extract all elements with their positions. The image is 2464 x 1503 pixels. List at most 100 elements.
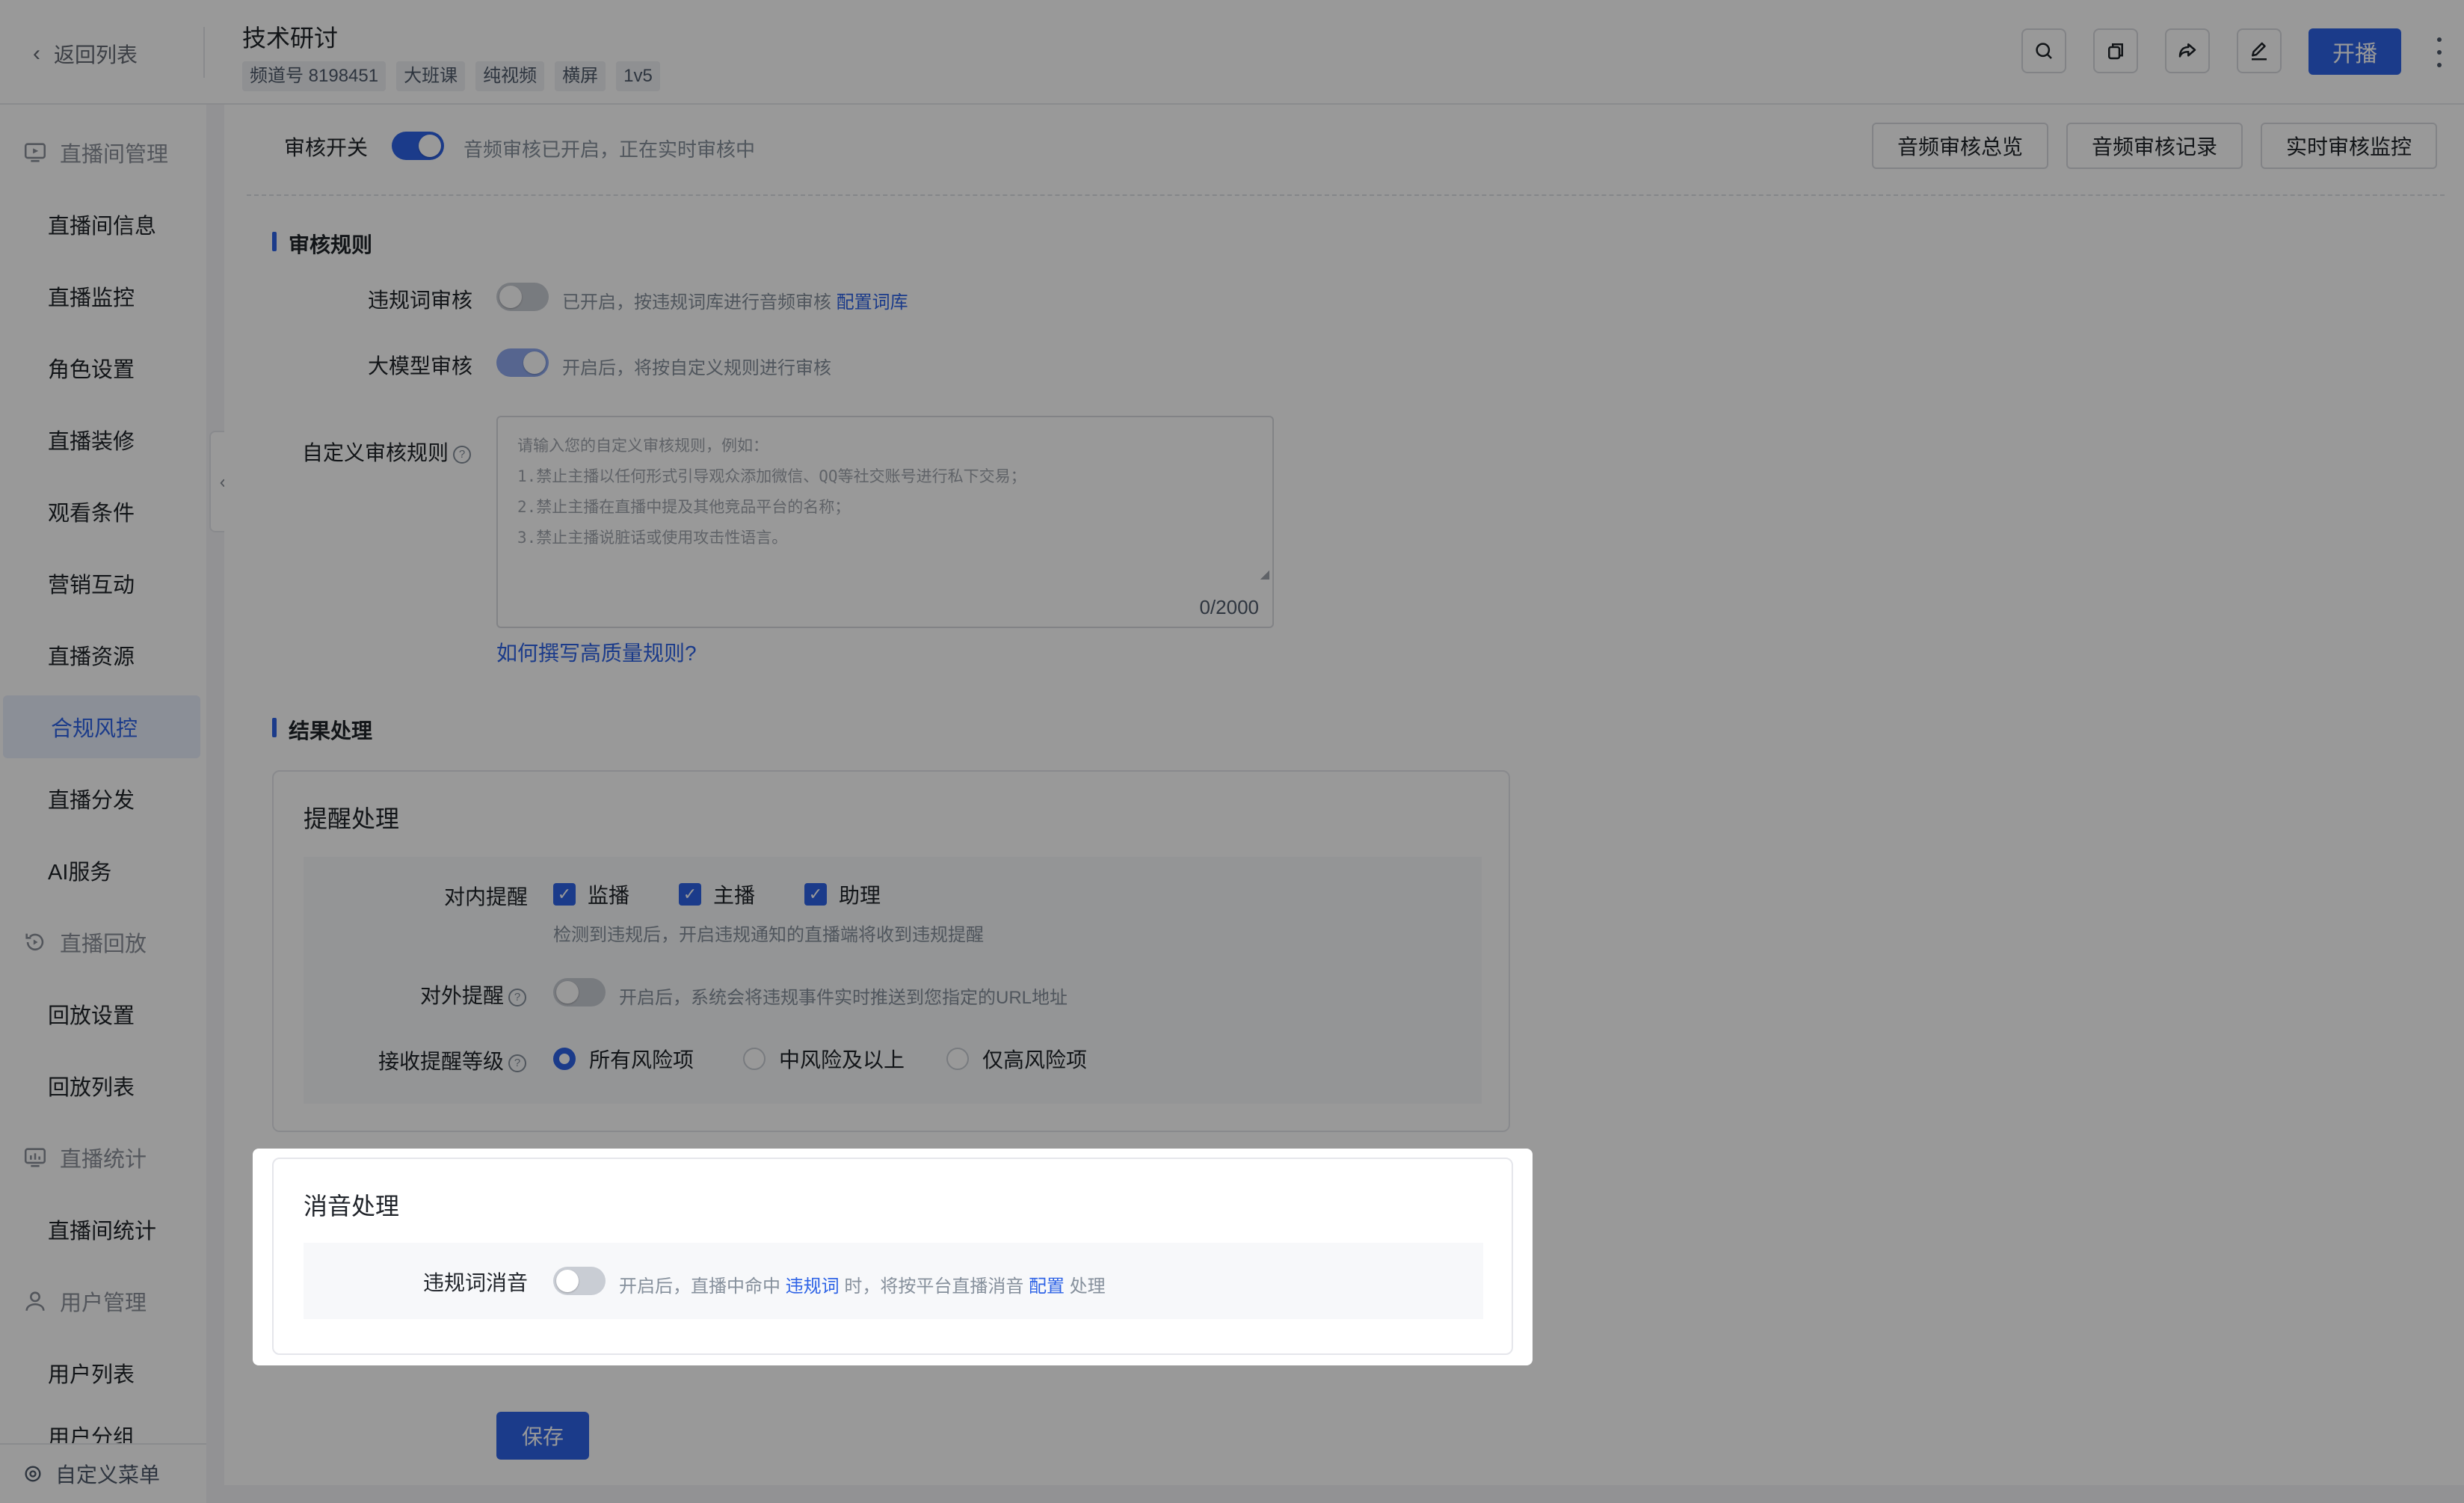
radio-unselected-icon (946, 1048, 969, 1070)
sidebar-item-live-monitor[interactable]: 直播监控 (0, 265, 206, 328)
radio-selected-icon (553, 1048, 576, 1070)
external-reminder-toggle[interactable] (553, 978, 606, 1006)
llm-audit-label: 大模型审核 (368, 354, 473, 378)
edit-button[interactable] (2237, 28, 2282, 73)
radio-high-only[interactable]: 仅高风险项 (946, 1044, 1087, 1074)
help-icon[interactable]: ? (508, 1054, 527, 1072)
mute-card-title: 消音处理 (304, 1193, 400, 1220)
replay-icon (25, 933, 44, 951)
sidebar-item-replay-list[interactable]: 回放列表 (0, 1054, 206, 1117)
internal-reminder-hint: 检测到违规后，开启违规通知的直播端将收到违规提醒 (553, 925, 984, 945)
channel-tags: 频道号 8198451 大班课 纯视频 横屏 1v5 (242, 61, 660, 91)
copy-button[interactable] (2093, 28, 2138, 73)
sidebar-item-room-info[interactable]: 直播间信息 (0, 193, 206, 256)
custom-rules-placeholder: 请输入您的自定义审核规则，例如： 1.禁止主播以任何形式引导观众添加微信、QQ等… (517, 437, 1026, 547)
llm-audit-toggle[interactable] (496, 348, 549, 377)
edit-icon (2252, 42, 2267, 61)
reminder-settings-panel: 对内提醒 ✓ 监播 ✓ 主播 ✓ 助理 检测到违规后，开启违规通知的直播端将收到违规提… (304, 857, 1482, 1104)
internal-reminder-label: 对内提醒 (444, 885, 529, 909)
violation-audit-hint: 已开启，按违规词库进行音频审核 配置词库 (562, 292, 908, 313)
sidebar-group-users[interactable]: 用户管理 (0, 1270, 206, 1333)
checkbox-assistant[interactable]: ✓ 助理 (804, 879, 881, 909)
check-icon: ✓ (804, 883, 827, 906)
more-options-icon[interactable] (2434, 37, 2445, 67)
audit-switch-hint: 音频审核已开启，正在实时审核中 (463, 138, 756, 161)
mute-violation-hint: 开启后，直播中命中 违规词 时，将按平台直播消音 配置 处理 (619, 1276, 1106, 1297)
sidebar-item-compliance[interactable]: 合规风控 (3, 695, 200, 758)
radio-medium-and-above[interactable]: 中风险及以上 (743, 1044, 905, 1074)
divider (247, 194, 2445, 196)
char-count: 0/2000 (1199, 596, 1259, 618)
external-reminder-hint: 开启后，系统会将违规事件实时推送到您指定的URL地址 (619, 988, 1068, 1008)
config-wordlist-link[interactable]: 配置词库 (837, 292, 908, 313)
tag-channel-id: 频道号 8198451 (242, 61, 386, 91)
tag-mode: 1v5 (616, 61, 660, 91)
custom-rules-label: 自定义审核规则? (302, 437, 472, 467)
header-divider (203, 27, 205, 78)
tag-class-type: 大班课 (396, 61, 466, 91)
sidebar: 直播间管理 直播间信息 直播监控 角色设置 直播装修 观看条件 营销互动 直播资… (0, 105, 206, 1503)
violation-words-link[interactable]: 违规词 (786, 1276, 840, 1297)
settings-icon (25, 1466, 41, 1482)
monitor-play-icon (24, 143, 46, 162)
external-reminder-label: 对外提醒? (420, 980, 527, 1009)
sidebar-item-ai-service[interactable]: AI服务 (0, 839, 206, 902)
section-title-result: 结果处理 (272, 715, 372, 745)
checkbox-host[interactable]: ✓ 主播 (679, 879, 755, 909)
reminder-level-label: 接收提醒等级? (378, 1045, 527, 1075)
share-button[interactable] (2165, 28, 2210, 73)
search-button[interactable] (2021, 28, 2066, 73)
share-icon (2178, 43, 2196, 58)
sidebar-item-roles[interactable]: 角色设置 (0, 336, 206, 399)
custom-menu-button[interactable]: 自定义菜单 (0, 1443, 206, 1503)
checkbox-monitor[interactable]: ✓ 监播 (553, 879, 629, 909)
audio-audit-records-button[interactable]: 音频审核记录 (2066, 123, 2243, 169)
mute-violation-label: 违规词消音 (423, 1271, 529, 1294)
check-icon: ✓ (679, 883, 701, 906)
sidebar-item-decoration[interactable]: 直播装修 (0, 408, 206, 471)
sidebar-group-replay[interactable]: 直播回放 (0, 911, 206, 974)
mute-settings-panel: 违规词消音 开启后，直播中命中 违规词 时，将按平台直播消音 配置 处理 (304, 1243, 1483, 1319)
back-label: 返回列表 (54, 43, 138, 67)
help-icon[interactable]: ? (453, 445, 472, 464)
header: ‹ 返回列表 技术研讨 频道号 8198451 大班课 纯视频 横屏 1v5 开… (0, 0, 2464, 105)
check-icon: ✓ (553, 883, 576, 906)
sidebar-item-user-list[interactable]: 用户列表 (0, 1341, 206, 1404)
chart-icon (24, 1148, 46, 1167)
radio-all-risks[interactable]: 所有风险项 (553, 1044, 694, 1074)
violation-audit-label: 违规词审核 (368, 289, 473, 312)
sidebar-item-room-stats[interactable]: 直播间统计 (0, 1198, 206, 1261)
audit-switch-toggle[interactable] (392, 132, 444, 160)
radio-unselected-icon (743, 1048, 766, 1070)
reminder-card-title: 提醒处理 (304, 805, 400, 832)
custom-rules-textarea[interactable]: 请输入您的自定义审核规则，例如： 1.禁止主播以任何形式引导观众添加微信、QQ等… (496, 416, 1274, 628)
mute-card: 消音处理 违规词消音 开启后，直播中命中 违规词 时，将按平台直播消音 配置 处… (272, 1158, 1513, 1355)
help-icon[interactable]: ? (508, 988, 527, 1006)
sidebar-item-watch-conditions[interactable]: 观看条件 (0, 480, 206, 543)
sidebar-item-marketing[interactable]: 营销互动 (0, 552, 206, 615)
mute-config-link[interactable]: 配置 (1029, 1276, 1065, 1297)
sidebar-group-statistics[interactable]: 直播统计 (0, 1126, 206, 1189)
copy-icon (2108, 43, 2123, 60)
resize-handle-icon[interactable]: ◢ (1260, 567, 1269, 582)
mute-violation-toggle[interactable] (553, 1267, 606, 1295)
save-button[interactable]: 保存 (496, 1412, 589, 1460)
rule-writing-help-link[interactable]: 如何撰写高质量规则? (496, 637, 697, 667)
violation-audit-toggle[interactable] (496, 283, 549, 311)
start-live-button[interactable]: 开播 (2309, 28, 2401, 75)
llm-audit-hint: 开启后，将按自定义规则进行审核 (562, 358, 831, 378)
chevron-left-icon: ‹ (33, 41, 40, 66)
sidebar-item-replay-settings[interactable]: 回放设置 (0, 983, 206, 1045)
reminder-card: 提醒处理 对内提醒 ✓ 监播 ✓ 主播 ✓ 助理 检测到违规后，开启违规通知的直播端将… (272, 770, 1510, 1132)
tag-video-type: 纯视频 (475, 61, 545, 91)
back-to-list-link[interactable]: ‹ 返回列表 (33, 39, 138, 69)
sidebar-group-live-room[interactable]: 直播间管理 (0, 121, 206, 184)
sidebar-item-resources[interactable]: 直播资源 (0, 624, 206, 686)
realtime-audit-monitor-button[interactable]: 实时审核监控 (2261, 123, 2437, 169)
user-icon (25, 1291, 45, 1311)
page-title: 技术研讨 (242, 25, 339, 52)
audio-audit-overview-button[interactable]: 音频审核总览 (1872, 123, 2048, 169)
search-icon (2036, 43, 2052, 59)
sidebar-item-distribution[interactable]: 直播分发 (0, 767, 206, 830)
section-title-rules: 审核规则 (272, 229, 372, 259)
